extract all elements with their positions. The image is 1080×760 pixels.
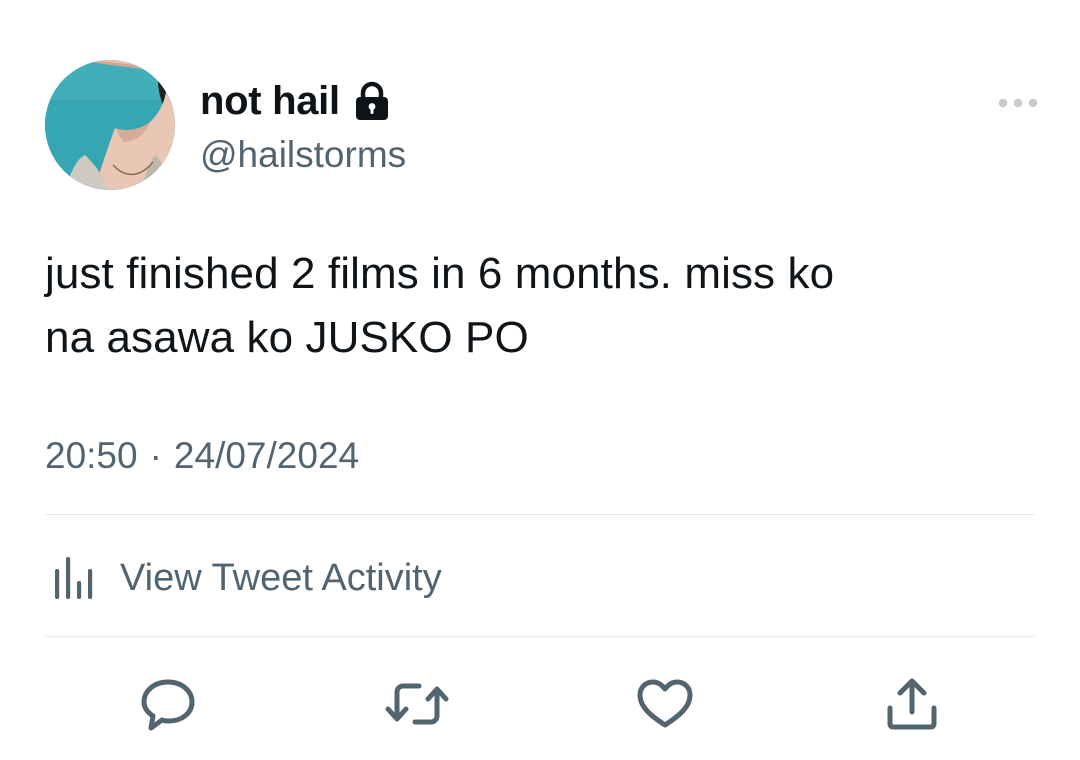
share-icon — [887, 678, 937, 730]
tweet-text-line: na asawa ko JUSKO PO — [45, 313, 529, 362]
divider — [45, 636, 1035, 637]
more-options-icon[interactable] — [992, 88, 1044, 118]
timestamp-separator: · — [149, 435, 162, 476]
tweet-text: just finished 2 films in 6 months. miss … — [45, 242, 1035, 370]
tweet-text-line: just finished 2 films in 6 months. miss … — [45, 249, 835, 298]
tweet-date: 24/07/2024 — [173, 435, 360, 476]
author-row: not hail — [200, 76, 390, 126]
reply-button[interactable] — [136, 672, 200, 736]
view-tweet-activity-button[interactable]: View Tweet Activity — [52, 552, 442, 604]
reply-icon — [141, 679, 195, 731]
retweet-button[interactable] — [385, 672, 449, 736]
display-name[interactable]: not hail — [200, 76, 340, 126]
tweet-time: 20:50 — [45, 435, 138, 476]
timestamp[interactable]: 20:50 · 24/07/2024 — [45, 432, 359, 480]
avatar-image — [45, 60, 175, 190]
lock-icon — [354, 81, 390, 121]
like-button[interactable] — [633, 672, 697, 736]
activity-chart-icon — [55, 557, 93, 599]
avatar[interactable] — [45, 60, 175, 190]
divider — [45, 514, 1035, 515]
tweet: not hail @hailstorms just finished 2 fil… — [0, 0, 1080, 760]
activity-label: View Tweet Activity — [120, 557, 442, 599]
heart-icon — [637, 679, 693, 728]
retweet-icon — [385, 683, 449, 725]
handle[interactable]: @hailstorms — [200, 132, 406, 178]
share-button[interactable] — [880, 672, 944, 736]
